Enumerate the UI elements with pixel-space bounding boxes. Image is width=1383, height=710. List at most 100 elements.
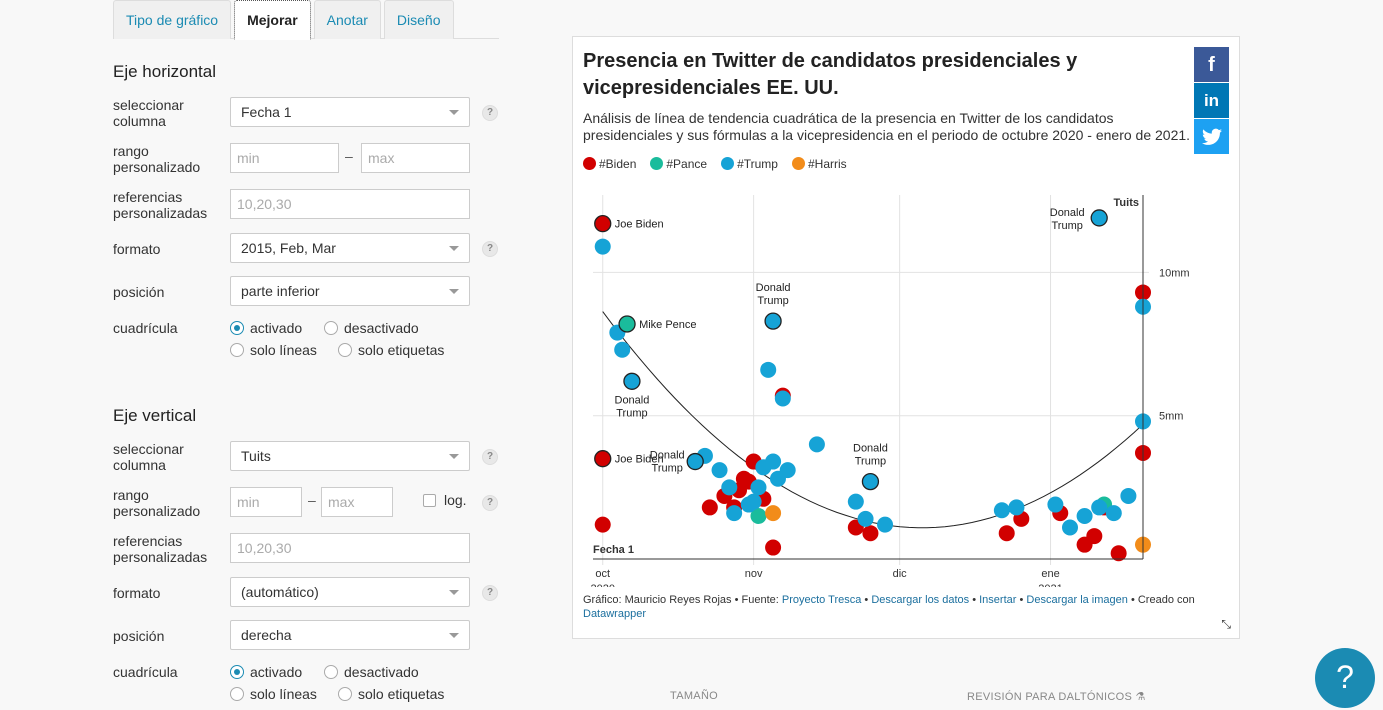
twitter-share-icon[interactable] [1194, 119, 1229, 154]
help-icon[interactable]: ? [482, 241, 498, 257]
h-grid-off-radio[interactable]: desactivado [324, 320, 419, 336]
legend-label: #Harris [807, 157, 847, 171]
data-point [1076, 508, 1093, 525]
help-icon[interactable]: ? [482, 585, 498, 601]
h-format-value: 2015, Feb, Mar [241, 240, 336, 256]
size-section-label: TAMAÑO [670, 690, 719, 702]
footer-sep: • [1016, 594, 1027, 606]
x-tick-label: oct [595, 568, 610, 580]
v-grid-row: cuadrícula activado desactivado solo lín… [113, 664, 503, 706]
x-tick-label: 2020 [590, 583, 614, 587]
h-grid-on-radio[interactable]: activado [230, 320, 302, 336]
download-image-link[interactable]: Descargar la imagen [1026, 594, 1128, 606]
chevron-down-icon [449, 454, 459, 459]
data-point [1061, 519, 1078, 536]
embed-link[interactable]: Insertar [979, 594, 1016, 606]
h-column-select[interactable]: Fecha 1 [230, 97, 470, 127]
tab-chart-type[interactable]: Tipo de gráfico [113, 0, 232, 39]
h-refs-input[interactable]: 10,20,30 [230, 189, 470, 219]
v-grid-on-radio[interactable]: activado [230, 664, 302, 680]
y-tick-label: 5mm [1159, 411, 1183, 423]
point-label: Donald [853, 443, 888, 455]
v-format-row: formato (automático) ? [113, 577, 503, 607]
download-data-link[interactable]: Descargar los datos [871, 594, 969, 606]
annotated-point [594, 215, 612, 233]
h-position-label: posición [113, 284, 165, 300]
data-point [726, 505, 743, 522]
h-grid-labels-radio[interactable]: solo etiquetas [338, 342, 444, 358]
h-refs-row: referencias personalizadas 10,20,30 [113, 189, 503, 221]
resize-handle-icon[interactable]: ⤡ [1221, 617, 1231, 632]
annotated-point [594, 450, 612, 468]
h-column-row: seleccionar columna Fecha 1 ? [113, 97, 503, 129]
v-log-label: log. [444, 492, 467, 508]
data-point [701, 499, 718, 516]
v-range-max-input[interactable]: max [321, 487, 393, 517]
h-range-min-input[interactable]: min [230, 143, 339, 173]
v-log-checkbox[interactable]: log. [423, 492, 467, 508]
h-refs-label: referencias personalizadas [113, 189, 208, 221]
data-point [998, 525, 1015, 542]
datawrapper-link[interactable]: Datawrapper [583, 608, 646, 620]
data-point [808, 436, 825, 453]
v-grid-labels-radio[interactable]: solo etiquetas [338, 686, 444, 702]
data-point [1086, 528, 1103, 545]
legend-item-pance: #Pance [650, 157, 707, 171]
help-icon[interactable]: ? [482, 449, 498, 465]
point-label: Trump [1052, 220, 1083, 232]
tab-refine[interactable]: Mejorar [234, 0, 311, 40]
data-point [877, 516, 894, 533]
h-range-label: rango personalizado [113, 143, 201, 175]
footer-created-with: • Creado con [1127, 594, 1195, 606]
data-point [765, 539, 782, 556]
sidebar-tabs: Tipo de gráfico Mejorar Anotar Diseño [113, 0, 499, 40]
h-column-label: seleccionar columna [113, 97, 184, 129]
v-grid-off-label: desactivado [344, 664, 419, 680]
v-grid-off-radio[interactable]: desactivado [324, 664, 419, 680]
source-link[interactable]: Proyecto Tresca [782, 594, 861, 606]
v-grid-labels-label: solo etiquetas [358, 686, 445, 702]
chevron-down-icon [449, 110, 459, 115]
v-refs-input[interactable]: 10,20,30 [230, 533, 470, 563]
trendline [602, 311, 1144, 529]
h-range-max-input[interactable]: max [361, 143, 470, 173]
v-grid-lines-radio[interactable]: solo líneas [230, 686, 317, 702]
help-button[interactable]: ? [1315, 648, 1375, 708]
footer-sep: • [861, 594, 872, 606]
help-icon[interactable]: ? [482, 105, 498, 121]
tab-annotate[interactable]: Anotar [313, 0, 381, 39]
h-range-row: rango personalizado min – max [113, 143, 503, 175]
h-grid-lines-radio[interactable]: solo líneas [230, 342, 317, 358]
x-tick-label: 2021 [1038, 583, 1062, 587]
x-tick-label: ene [1041, 568, 1059, 580]
h-grid-labels-label: solo etiquetas [358, 342, 445, 358]
y-axis-title: Tuits [1114, 197, 1139, 209]
chevron-down-icon [449, 289, 459, 294]
facebook-share-icon[interactable]: f [1194, 47, 1229, 82]
v-position-select[interactable]: derecha [230, 620, 470, 650]
point-label: Trump [652, 463, 683, 475]
v-range-dash: – [308, 492, 316, 508]
data-point [614, 341, 631, 358]
v-position-value: derecha [241, 627, 292, 643]
h-format-select[interactable]: 2015, Feb, Mar [230, 233, 470, 263]
data-point [774, 390, 791, 407]
v-format-select[interactable]: (automático) [230, 577, 470, 607]
h-format-row: formato 2015, Feb, Mar ? [113, 233, 503, 263]
legend-item-trump: #Trump [721, 157, 778, 171]
colorblind-label-text: REVISIÓN PARA DALTÓNICOS [967, 691, 1133, 703]
v-range-min-input[interactable]: min [230, 487, 302, 517]
help-icon[interactable]: ? [482, 495, 498, 511]
accessibility-icon: ⚗ [1135, 691, 1146, 703]
data-point [765, 453, 782, 470]
h-position-value: parte inferior [241, 283, 320, 299]
linkedin-share-icon[interactable]: in [1194, 83, 1229, 118]
tab-design[interactable]: Diseño [383, 0, 454, 39]
annotated-point [764, 312, 782, 330]
data-point [594, 516, 611, 533]
h-position-select[interactable]: parte inferior [230, 276, 470, 306]
h-position-row: posición parte inferior [113, 276, 503, 306]
h-grid-label: cuadrícula [113, 320, 178, 336]
chart-footer: Gráfico: Mauricio Reyes Rojas • Fuente: … [583, 593, 1223, 621]
v-column-select[interactable]: Tuits [230, 441, 470, 471]
